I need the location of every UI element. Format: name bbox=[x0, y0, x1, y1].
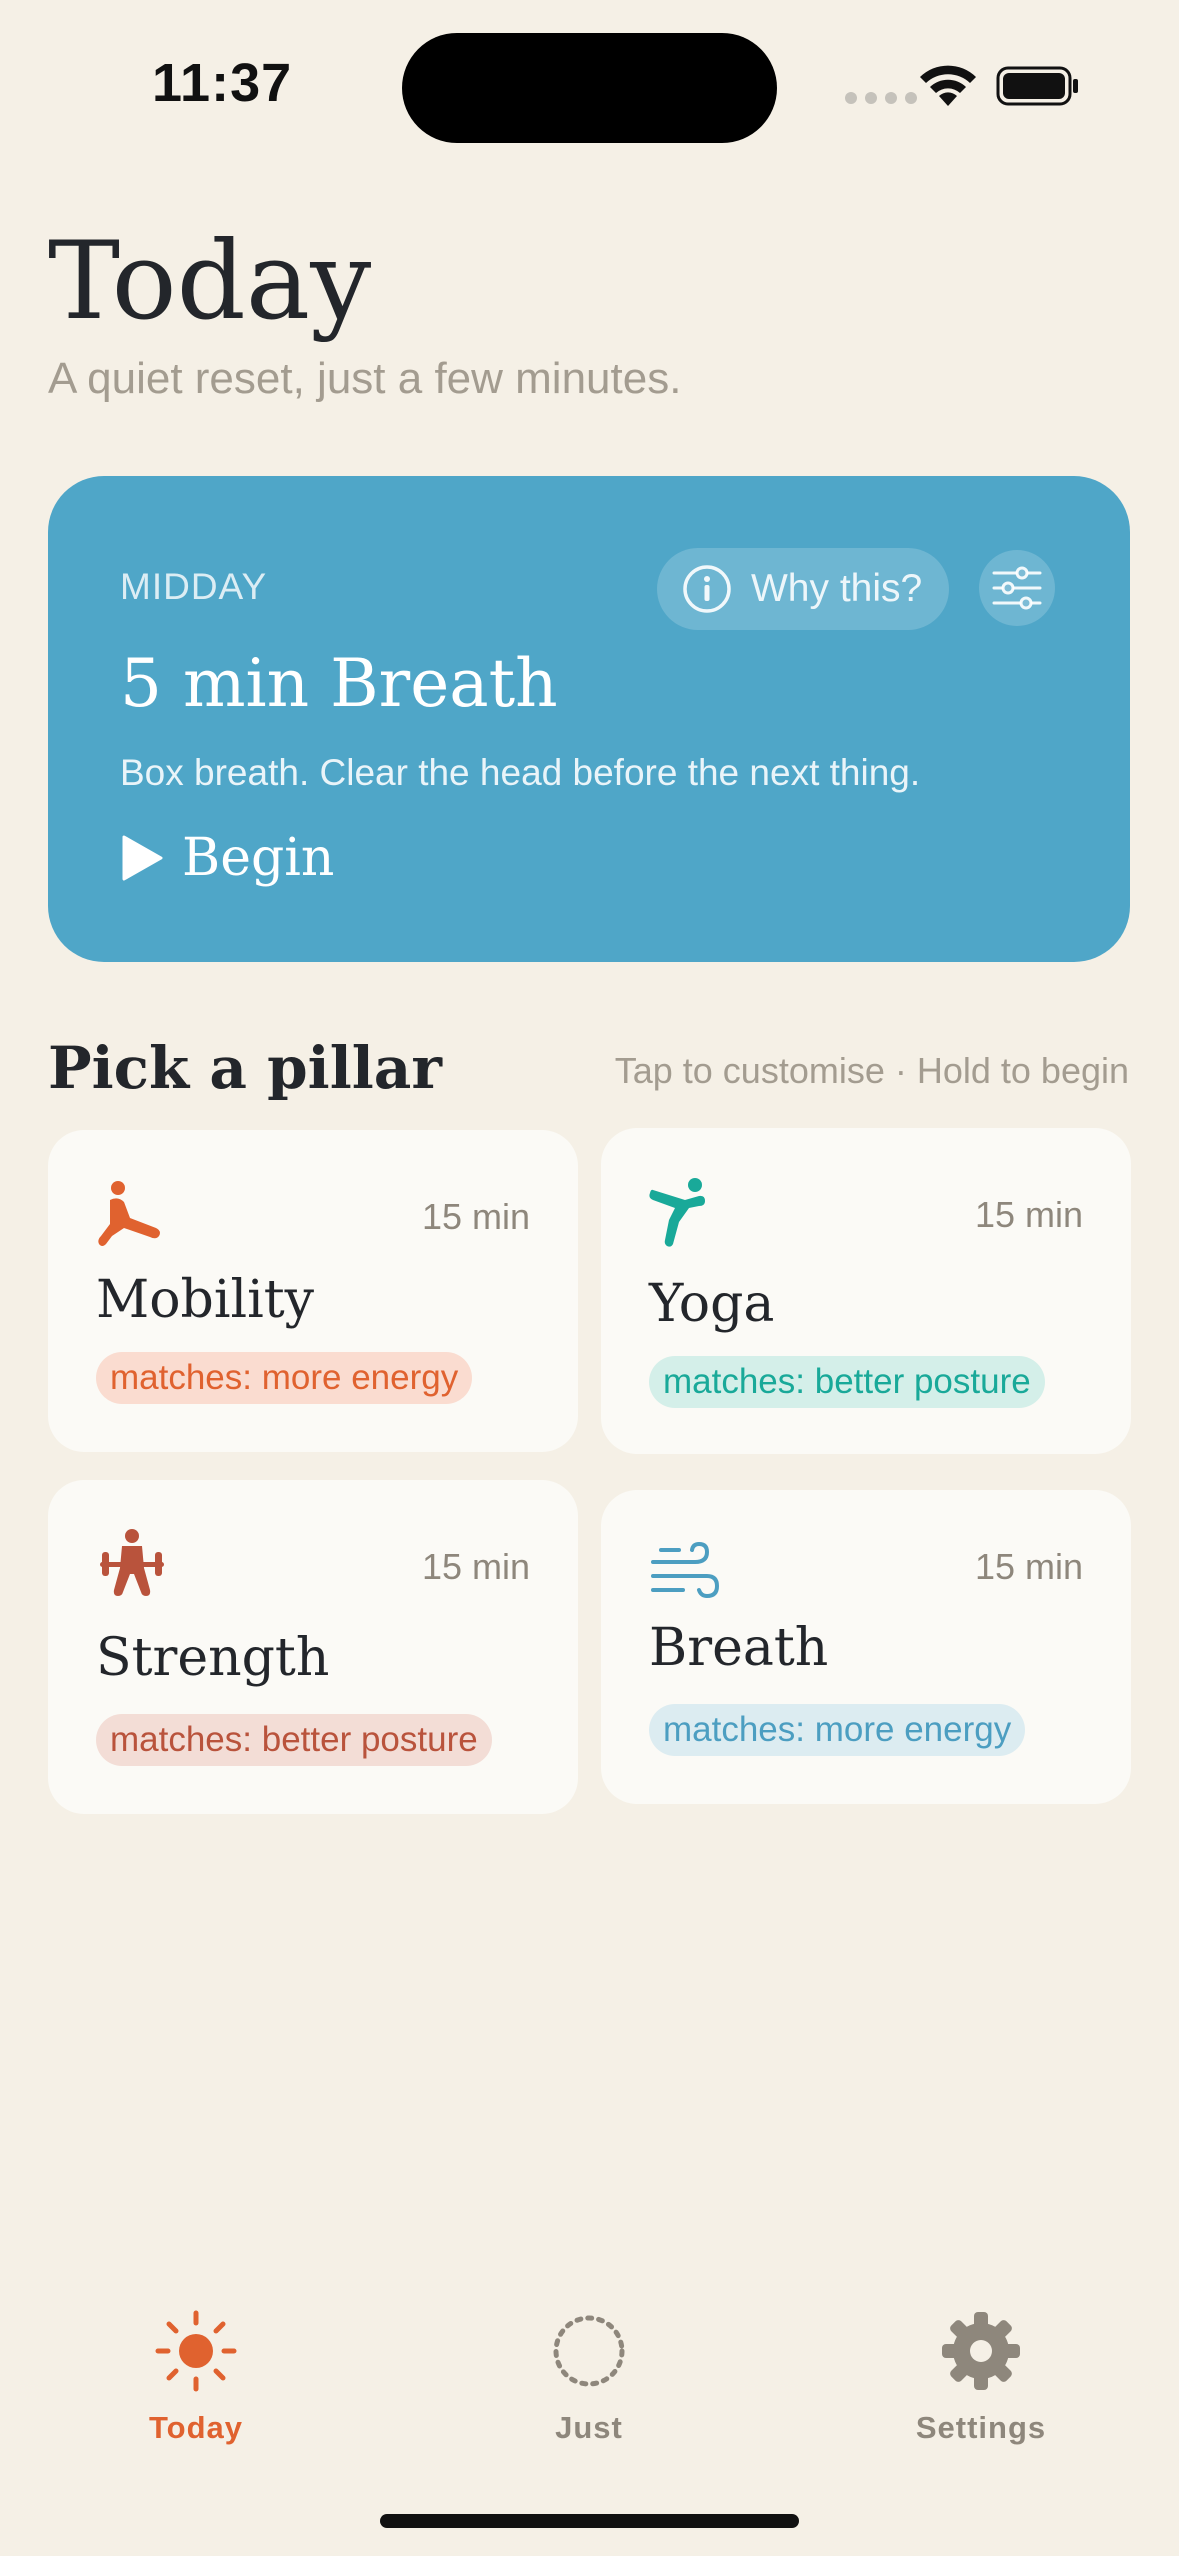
begin-button[interactable]: Begin bbox=[120, 828, 334, 888]
home-indicator[interactable] bbox=[380, 2514, 799, 2528]
begin-label: Begin bbox=[182, 828, 335, 888]
pillar-name: Strength bbox=[96, 1628, 330, 1688]
pillar-name: Yoga bbox=[649, 1274, 775, 1334]
pillar-match-badge: matches: more energy bbox=[649, 1704, 1026, 1756]
sliders-icon bbox=[992, 566, 1042, 610]
tab-settings[interactable]: Settings bbox=[871, 2310, 1091, 2446]
pillar-card-mobility[interactable]: 15 min Mobility matches: more energy bbox=[48, 1130, 578, 1452]
customise-button[interactable] bbox=[979, 550, 1055, 626]
why-this-button[interactable]: Why this? bbox=[657, 548, 949, 630]
battery-icon bbox=[996, 66, 1078, 106]
pillar-match-badge: matches: better posture bbox=[649, 1356, 1045, 1408]
pillar-duration: 15 min bbox=[974, 1194, 1083, 1235]
pillar-duration: 15 min bbox=[421, 1546, 530, 1587]
play-icon bbox=[122, 835, 163, 881]
page-title: Today bbox=[48, 219, 372, 344]
tab-label: Just bbox=[555, 2410, 623, 2445]
tab-label: Today bbox=[149, 2410, 243, 2445]
dynamic-island bbox=[402, 33, 777, 143]
pillar-name: Breath bbox=[649, 1618, 829, 1678]
pillar-match-badge: matches: more energy bbox=[96, 1352, 473, 1404]
sun-icon bbox=[155, 2310, 237, 2392]
page-subtitle: A quiet reset, just a few minutes. bbox=[48, 354, 682, 403]
pillar-duration: 15 min bbox=[974, 1546, 1083, 1587]
pillar-match-badge: matches: better posture bbox=[96, 1714, 492, 1766]
wifi-icon bbox=[920, 65, 976, 106]
pillar-card-yoga[interactable]: 15 min Yoga matches: better posture bbox=[601, 1128, 1131, 1454]
gear-icon bbox=[942, 2312, 1020, 2390]
why-this-label: Why this? bbox=[751, 567, 923, 610]
pillar-card-strength[interactable]: 15 min Strength matches: better posture bbox=[48, 1480, 578, 1814]
cellular-signal-icon bbox=[845, 92, 917, 104]
pillar-duration: 15 min bbox=[421, 1196, 530, 1237]
tab-just[interactable]: Just bbox=[479, 2310, 699, 2446]
tab-label: Settings bbox=[915, 2410, 1047, 2445]
yoga-pose-icon bbox=[649, 1178, 705, 1247]
info-icon bbox=[683, 565, 731, 613]
session-title: 5 min Breath bbox=[120, 645, 558, 722]
section-hint: Tap to customise · Hold to begin bbox=[614, 1050, 1129, 1091]
wind-icon bbox=[651, 1541, 720, 1599]
weightlifter-icon bbox=[100, 1529, 164, 1596]
status-time: 11:37 bbox=[152, 53, 293, 113]
stretch-icon bbox=[98, 1181, 160, 1246]
session-description: Box breath. Clear the head before the ne… bbox=[120, 752, 921, 793]
dotted-circle-icon bbox=[553, 2315, 625, 2387]
pillar-card-breath[interactable]: 15 min Breath matches: more energy bbox=[601, 1490, 1131, 1804]
tab-bar: Today Just Settings bbox=[0, 2310, 1179, 2470]
recommendation-card[interactable]: MIDDAY Why this? 5 min Breath Box breath… bbox=[48, 476, 1130, 962]
time-of-day-tag: MIDDAY bbox=[120, 566, 268, 607]
section-title: Pick a pillar bbox=[48, 1034, 442, 1102]
tab-today[interactable]: Today bbox=[86, 2310, 306, 2446]
pillar-name: Mobility bbox=[96, 1270, 315, 1330]
